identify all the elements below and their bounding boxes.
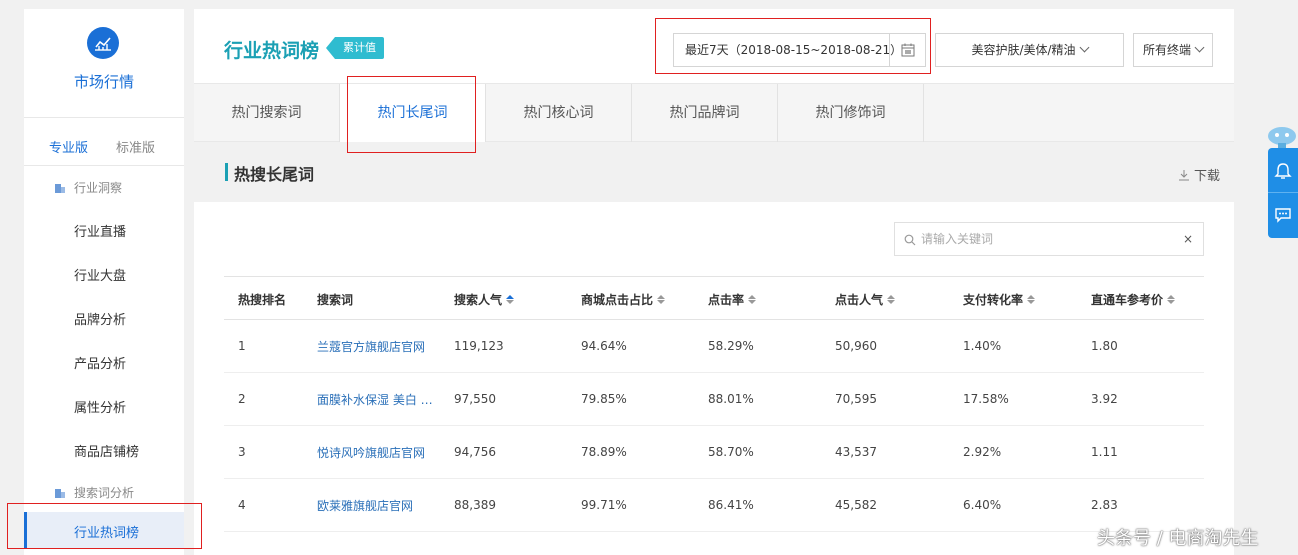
floating-toolbar: [1268, 148, 1298, 238]
col-rank: 热搜排名: [238, 292, 287, 307]
cell-rank: 1: [238, 339, 246, 353]
tab-hot-brand-words[interactable]: 热门品牌词: [632, 84, 778, 142]
cell-value: 94,756: [454, 445, 496, 459]
cell-value: 50,960: [835, 339, 877, 353]
sidebar-title: 市场行情: [73, 73, 134, 91]
annotation-box-tab: [347, 76, 476, 153]
sort-icon: [506, 294, 515, 304]
cell-value: 94.64%: [581, 339, 627, 353]
cell-rank: 2: [238, 392, 246, 406]
table-row: 3 悦诗风吟旗舰店官网 94,756 78.89% 58.70% 43,537 …: [224, 426, 1204, 479]
section-title: 热搜长尾词: [234, 165, 315, 184]
section-accent-bar: [225, 163, 228, 181]
divider: [1268, 192, 1298, 193]
search-placeholder: 请输入关键词: [921, 232, 994, 246]
cell-value: 2.92%: [963, 445, 1002, 459]
col-search-popularity[interactable]: 搜索人气: [454, 277, 515, 321]
cell-value: 6.40%: [963, 498, 1002, 512]
group-industry-insight: 行业洞察: [54, 179, 122, 196]
table-row: 4 欧莱雅旗舰店官网 88,389 99.71% 86.41% 45,582 6…: [224, 479, 1204, 532]
cell-value: 79.85%: [581, 392, 627, 406]
sidebar-item-industry-live[interactable]: 行业直播: [74, 221, 126, 240]
download-button[interactable]: 下载: [1178, 165, 1220, 184]
chevron-down-icon: [1194, 42, 1205, 53]
cumulative-badge: 累计值: [326, 37, 384, 59]
cell-value: 86.41%: [708, 498, 754, 512]
cell-value: 88,389: [454, 498, 496, 512]
category-select[interactable]: 美容护肤/美体/精油: [935, 33, 1124, 67]
cell-rank: 3: [238, 445, 246, 459]
cell-value: 1.11: [1091, 445, 1118, 459]
building-icon: [55, 488, 65, 498]
col-pay-conversion[interactable]: 支付转化率: [963, 277, 1036, 321]
page-title: 行业热词榜: [224, 40, 320, 62]
keyword-search-input[interactable]: 请输入关键词 ×: [894, 222, 1204, 256]
cell-value: 43,537: [835, 445, 877, 459]
cell-keyword-link[interactable]: 悦诗风吟旗舰店官网: [317, 426, 425, 478]
cell-value: 1.80: [1091, 339, 1118, 353]
terminal-select[interactable]: 所有终端: [1133, 33, 1213, 67]
cell-keyword-link[interactable]: 欧莱雅旗舰店官网: [317, 479, 413, 531]
sidebar: 市场行情 专业版 标准版 行业洞察 行业直播 行业大盘 品牌分析 产品分析 属性…: [24, 9, 184, 555]
divider: [24, 117, 184, 118]
cell-rank: 4: [238, 498, 246, 512]
notification-bell-icon[interactable]: [1274, 162, 1292, 184]
edition-pro-tab[interactable]: 专业版: [49, 137, 88, 156]
tab-hot-modifier-words[interactable]: 热门修饰词: [778, 84, 924, 142]
cell-value: 97,550: [454, 392, 496, 406]
sidebar-item-industry-overview[interactable]: 行业大盘: [74, 265, 126, 284]
annotation-box-sidebar: [7, 503, 202, 549]
clear-icon[interactable]: ×: [1183, 223, 1193, 255]
edition-standard-tab[interactable]: 标准版: [116, 137, 155, 156]
search-icon: [904, 234, 916, 246]
sidebar-item-brand-analysis[interactable]: 品牌分析: [74, 309, 126, 328]
col-click-popularity[interactable]: 点击人气: [835, 277, 896, 321]
sidebar-item-product-analysis[interactable]: 产品分析: [74, 353, 126, 372]
divider: [24, 165, 184, 166]
cell-value: 45,582: [835, 498, 877, 512]
table-row: 2 面膜补水保湿 美白 … 97,550 79.85% 88.01% 70,59…: [224, 373, 1204, 426]
cell-value: 17.58%: [963, 392, 1009, 406]
cell-value: 119,123: [454, 339, 504, 353]
col-ztc-price[interactable]: 直通车参考价: [1091, 277, 1176, 321]
col-mall-click-share[interactable]: 商城点击占比: [581, 277, 666, 321]
market-logo-icon: [87, 27, 119, 59]
mascot-icon: [1266, 124, 1298, 150]
cell-value: 70,595: [835, 392, 877, 406]
cell-value: 58.70%: [708, 445, 754, 459]
tab-hot-search-words[interactable]: 热门搜索词: [194, 84, 340, 142]
sort-icon: [1027, 294, 1036, 304]
tab-hot-core-words[interactable]: 热门核心词: [486, 84, 632, 142]
col-click-rate[interactable]: 点击率: [708, 277, 757, 321]
cell-value: 3.92: [1091, 392, 1118, 406]
col-keyword: 搜索词: [317, 292, 354, 307]
chat-icon[interactable]: [1274, 207, 1292, 227]
sidebar-item-shop-ranking[interactable]: 商品店铺榜: [74, 441, 139, 460]
sort-icon: [748, 294, 757, 304]
cell-value: 88.01%: [708, 392, 754, 406]
sidebar-item-attribute-analysis[interactable]: 属性分析: [74, 397, 126, 416]
sort-icon: [887, 294, 896, 304]
chevron-down-icon: [1079, 42, 1089, 53]
annotation-box-date: [655, 18, 931, 74]
cell-value: 1.40%: [963, 339, 1002, 353]
hot-words-table: 热搜排名 搜索词 搜索人气 商城点击占比 点击率 点击人气 支付转化率 直通车参…: [224, 276, 1204, 532]
download-icon: [1178, 169, 1189, 180]
group-search-analysis: 搜索词分析: [54, 484, 134, 501]
building-icon: [55, 183, 65, 193]
cell-keyword-link[interactable]: 面膜补水保湿 美白 …: [317, 373, 433, 425]
table-row: 1 兰蔻官方旗舰店官网 119,123 94.64% 58.29% 50,960…: [224, 320, 1204, 373]
watermark-text: 头条号 / 电商淘先生: [1097, 528, 1259, 549]
sort-icon: [657, 294, 666, 304]
table-header: 热搜排名 搜索词 搜索人气 商城点击占比 点击率 点击人气 支付转化率 直通车参…: [224, 276, 1204, 320]
cell-keyword-link[interactable]: 兰蔻官方旗舰店官网: [317, 320, 425, 372]
cell-value: 99.71%: [581, 498, 627, 512]
cell-value: 58.29%: [708, 339, 754, 353]
cell-value: 78.89%: [581, 445, 627, 459]
sort-icon: [1167, 294, 1176, 304]
